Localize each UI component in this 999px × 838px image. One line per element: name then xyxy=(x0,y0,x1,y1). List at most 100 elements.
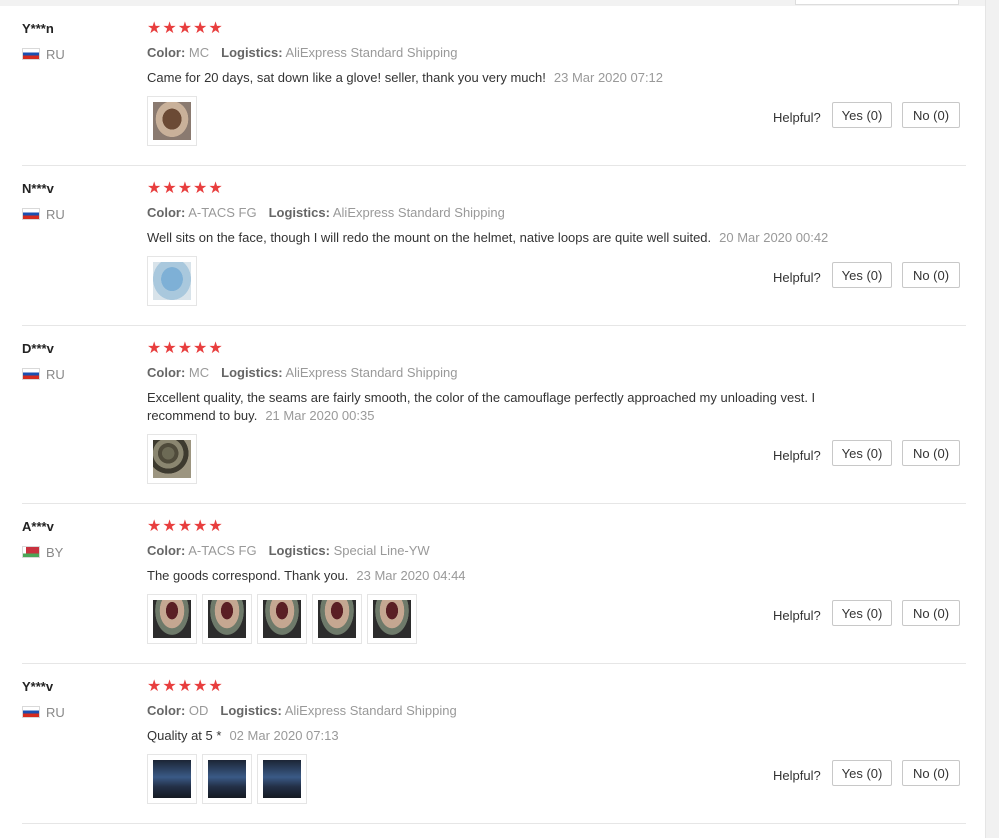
star-rating: ★★★★★ xyxy=(147,180,224,197)
helpful-no-button[interactable]: No (0) xyxy=(902,760,960,786)
helpful-yes-button[interactable]: Yes (0) xyxy=(832,102,892,128)
review-divider xyxy=(22,325,966,326)
reviewer-name: Y***v xyxy=(22,679,54,694)
vertical-scrollbar[interactable] xyxy=(985,0,999,838)
reviewer-name: A***v xyxy=(22,519,54,534)
color-key: Color: xyxy=(147,365,186,380)
review-photo-thumbnail[interactable] xyxy=(202,594,252,644)
review-body: Quality at 5 * 02 Mar 2020 07:13 xyxy=(147,727,867,745)
review-divider xyxy=(22,663,966,664)
review-photo-thumbnail[interactable] xyxy=(147,256,197,306)
review-meta: Color: MC Logistics: AliExpress Standard … xyxy=(147,365,457,380)
photo-strip xyxy=(147,434,197,484)
review-photo-thumbnail[interactable] xyxy=(147,96,197,146)
logistics-value: AliExpress Standard Shipping xyxy=(285,45,458,60)
country-code: RU xyxy=(46,207,65,222)
review-text: Came for 20 days, sat down like a glove!… xyxy=(147,70,546,85)
camo-vest-photo xyxy=(153,440,191,478)
color-key: Color: xyxy=(147,205,186,220)
review-text: The goods correspond. Thank you. xyxy=(147,568,349,583)
helpful-label: Helpful? xyxy=(773,448,821,463)
color-value: MC xyxy=(188,365,210,380)
helpful-label: Helpful? xyxy=(773,608,821,623)
helpful-yes-button[interactable]: Yes (0) xyxy=(832,600,892,626)
face-photo xyxy=(318,600,356,638)
reviewer-country: RU xyxy=(22,705,65,720)
review-photo-thumbnail[interactable] xyxy=(147,594,197,644)
review-body: Excellent quality, the seams are fairly … xyxy=(147,389,867,425)
reviewer-country: RU xyxy=(22,207,65,222)
helpful-yes-button[interactable]: Yes (0) xyxy=(832,440,892,466)
reviewer-name: Y***n xyxy=(22,21,54,36)
color-key: Color: xyxy=(147,543,186,558)
review-meta: Color: A-TACS FG Logistics: AliExpress St… xyxy=(147,205,505,220)
review-date: 23 Mar 2020 07:12 xyxy=(553,70,664,85)
dark-photo xyxy=(153,760,191,798)
country-code: RU xyxy=(46,705,65,720)
face-photo xyxy=(208,600,246,638)
top-bar xyxy=(0,0,999,6)
reviewer-country: RU xyxy=(22,47,65,62)
star-rating: ★★★★★ xyxy=(147,518,224,535)
review-date: 23 Mar 2020 04:44 xyxy=(356,568,466,583)
review-divider xyxy=(22,823,966,824)
helpful-label: Helpful? xyxy=(773,110,821,125)
photo-strip xyxy=(147,96,197,146)
reviewer-country: BY xyxy=(22,545,63,560)
review-photo-thumbnail[interactable] xyxy=(202,754,252,804)
photo-strip xyxy=(147,754,307,804)
color-key: Color: xyxy=(147,45,186,60)
review-photo-thumbnail[interactable] xyxy=(312,594,362,644)
review-photo-thumbnail[interactable] xyxy=(147,754,197,804)
russia-flag-icon xyxy=(22,368,40,380)
logistics-key: Logistics: xyxy=(221,45,283,60)
dark-photo xyxy=(208,760,246,798)
color-value: OD xyxy=(188,703,209,718)
review-body: The goods correspond. Thank you. 23 Mar 2… xyxy=(147,567,867,585)
logistics-key: Logistics: xyxy=(268,205,330,220)
logistics-key: Logistics: xyxy=(220,703,282,718)
reviewer-country: RU xyxy=(22,367,65,382)
logistics-key: Logistics: xyxy=(268,543,330,558)
star-rating: ★★★★★ xyxy=(147,678,224,695)
review-body: Well sits on the face, though I will red… xyxy=(147,229,867,247)
belarus-flag-icon xyxy=(22,546,40,558)
reviewer-name: D***v xyxy=(22,341,54,356)
review-meta: Color: MC Logistics: AliExpress Standard … xyxy=(147,45,457,60)
helpful-no-button[interactable]: No (0) xyxy=(902,262,960,288)
review-date: 20 Mar 2020 00:42 xyxy=(719,230,829,245)
review-photo-thumbnail[interactable] xyxy=(257,754,307,804)
country-code: BY xyxy=(46,545,64,560)
mask-photo xyxy=(153,102,191,140)
photo-strip xyxy=(147,594,417,644)
review-divider xyxy=(22,503,966,504)
review-meta: Color: OD Logistics: AliExpress Standard … xyxy=(147,703,457,718)
face-photo xyxy=(373,600,411,638)
review-body: Came for 20 days, sat down like a glove!… xyxy=(147,69,867,87)
helpful-yes-button[interactable]: Yes (0) xyxy=(832,760,892,786)
star-rating: ★★★★★ xyxy=(147,20,224,37)
logistics-value: AliExpress Standard Shipping xyxy=(284,703,457,718)
review-date: 02 Mar 2020 07:13 xyxy=(229,728,339,743)
review-photo-thumbnail[interactable] xyxy=(257,594,307,644)
top-bar-box xyxy=(795,0,959,5)
color-value: MC xyxy=(188,45,210,60)
color-key: Color: xyxy=(147,703,186,718)
helpful-yes-button[interactable]: Yes (0) xyxy=(832,262,892,288)
review-meta: Color: A-TACS FG Logistics: Special Line-… xyxy=(147,543,430,558)
photo-strip xyxy=(147,256,197,306)
helpful-no-button[interactable]: No (0) xyxy=(902,440,960,466)
logistics-value: Special Line-YW xyxy=(333,543,430,558)
review-text: Quality at 5 * xyxy=(147,728,222,743)
review-text: Well sits on the face, though I will red… xyxy=(147,230,712,245)
review-date: 21 Mar 2020 00:35 xyxy=(265,408,375,423)
helpful-no-button[interactable]: No (0) xyxy=(902,102,960,128)
reviewer-name: N***v xyxy=(22,181,54,196)
review-photo-thumbnail[interactable] xyxy=(147,434,197,484)
blue-mask-photo xyxy=(153,262,191,300)
review-photo-thumbnail[interactable] xyxy=(367,594,417,644)
helpful-no-button[interactable]: No (0) xyxy=(902,600,960,626)
logistics-value: AliExpress Standard Shipping xyxy=(285,365,458,380)
russia-flag-icon xyxy=(22,706,40,718)
dark-photo xyxy=(263,760,301,798)
